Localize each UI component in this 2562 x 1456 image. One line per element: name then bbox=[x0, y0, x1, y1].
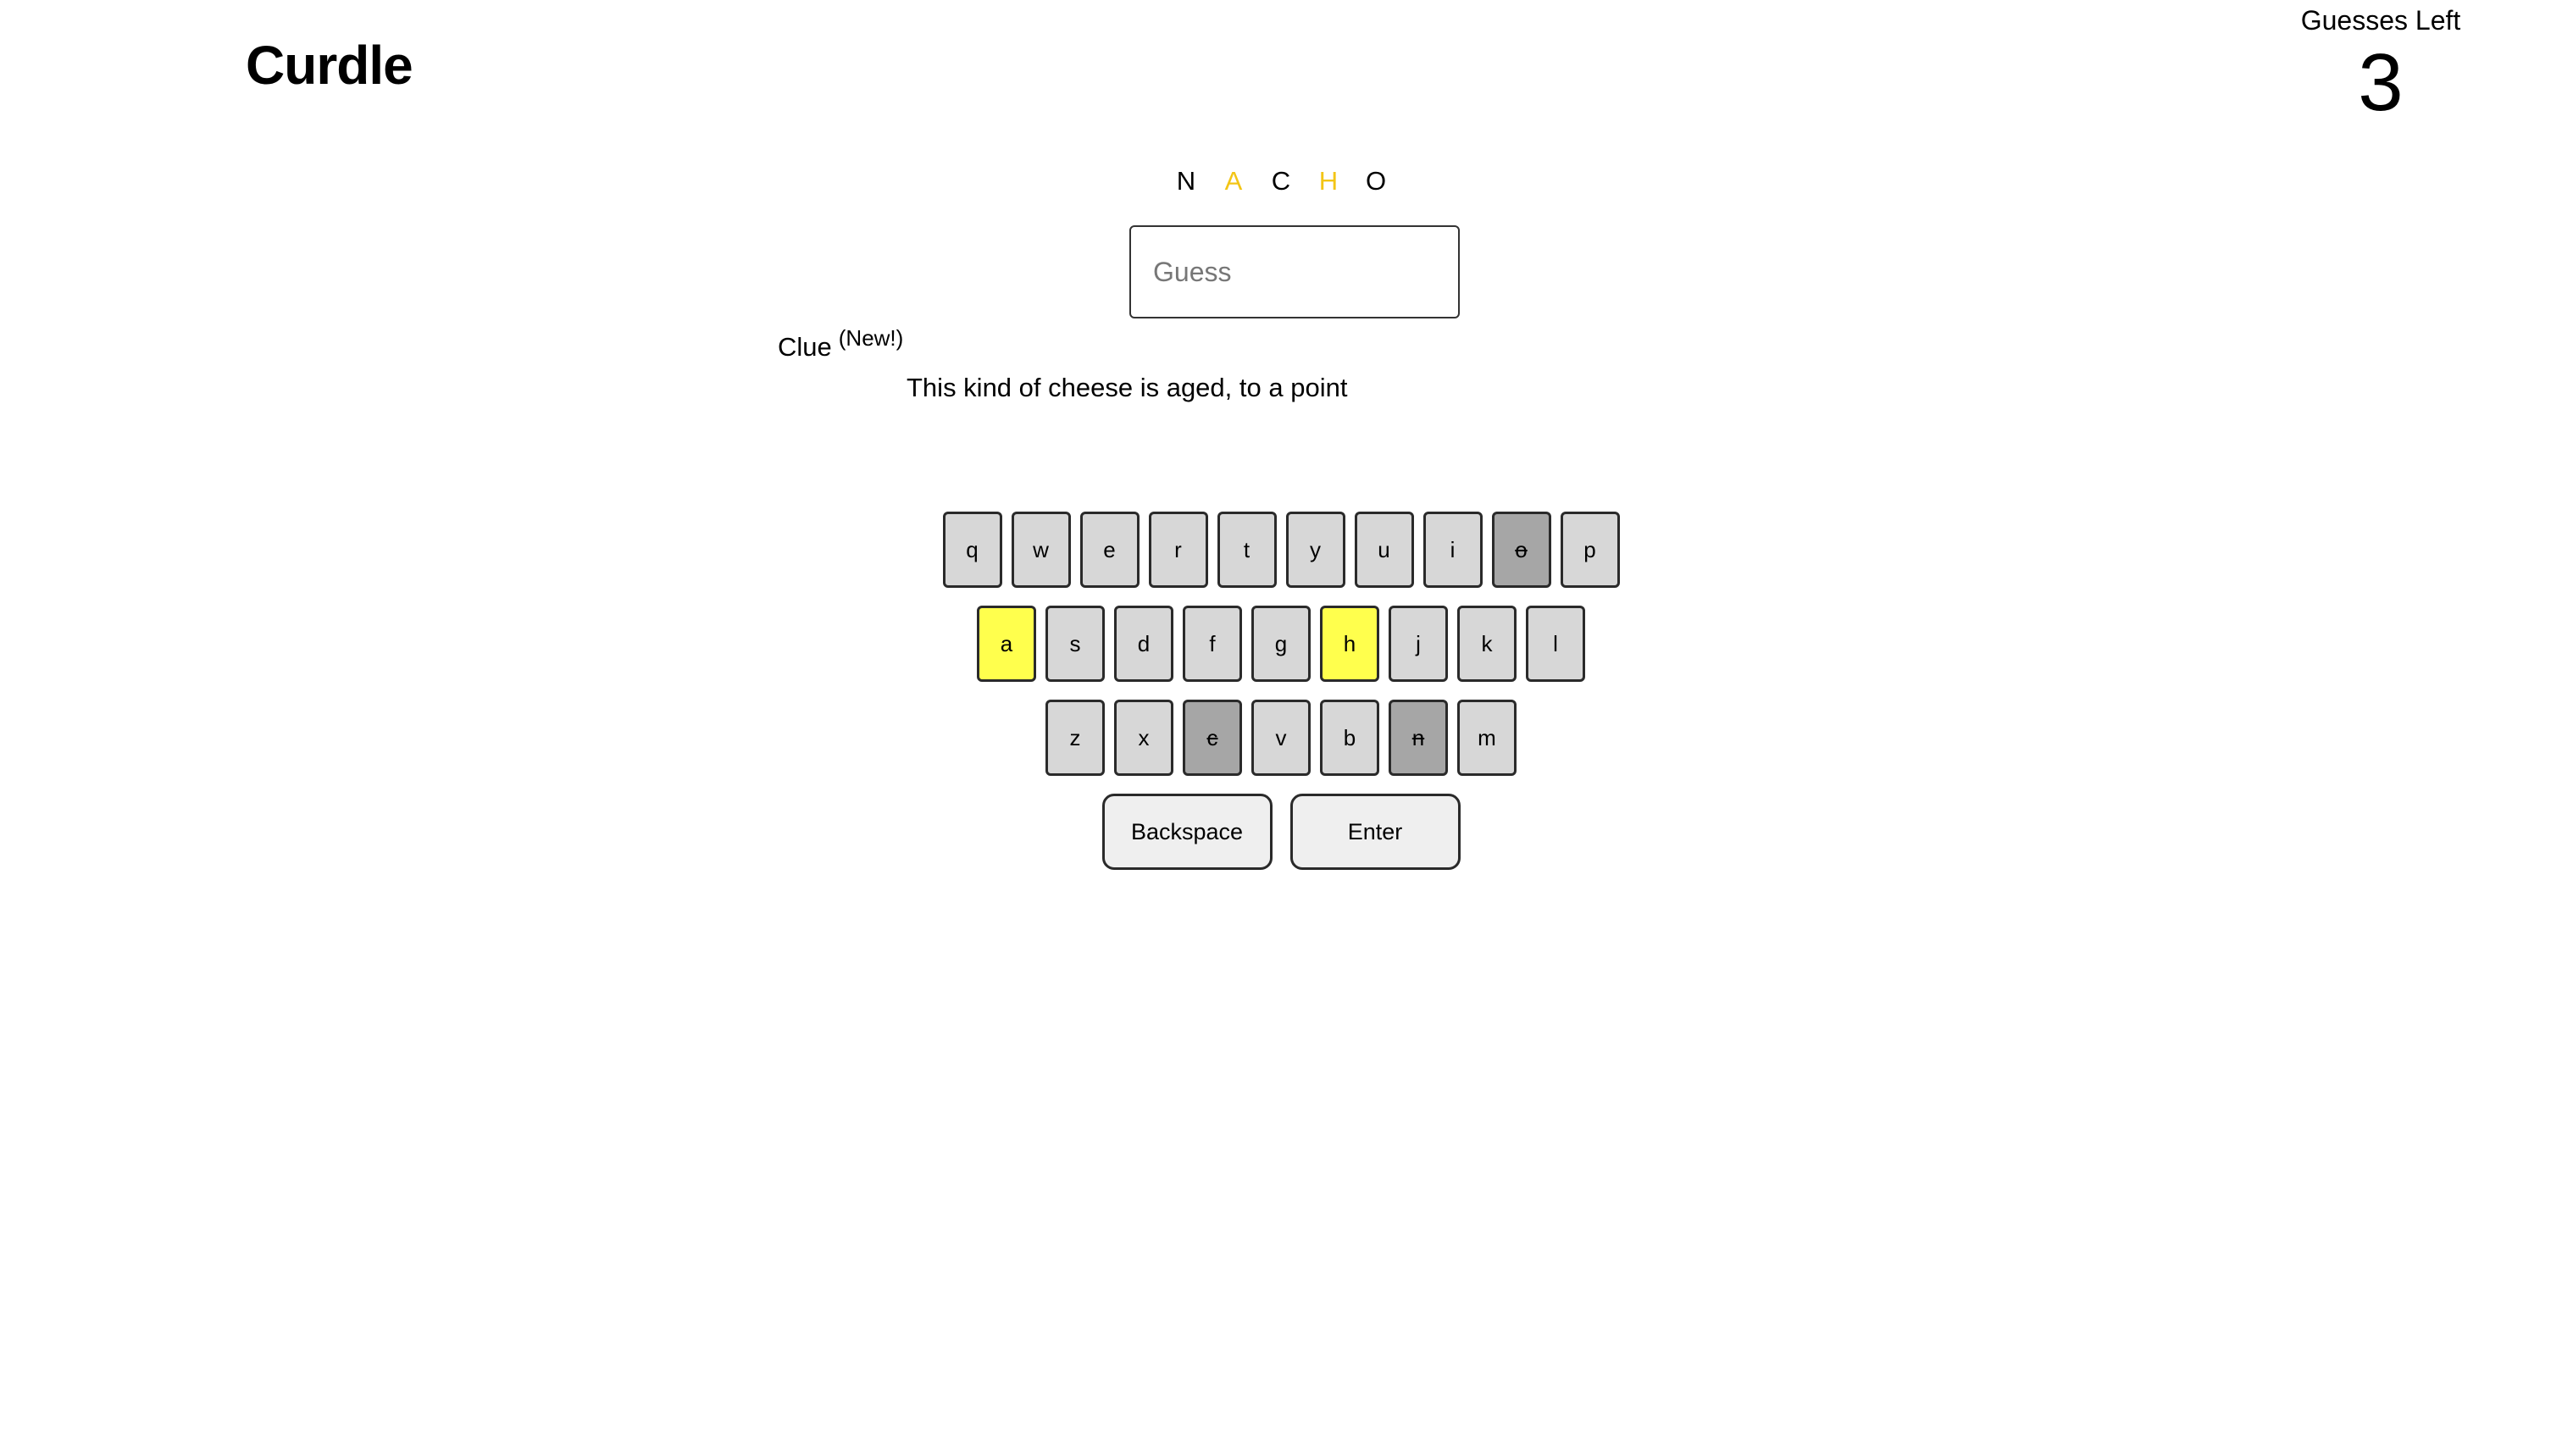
guesses-left-count: 3 bbox=[2358, 37, 2404, 128]
key-o[interactable]: o bbox=[1491, 512, 1551, 588]
previous-guess: NACHO bbox=[0, 164, 2562, 198]
clue-text: This kind of cheese is aged, to a point bbox=[907, 373, 1348, 402]
key-i[interactable]: i bbox=[1422, 512, 1483, 588]
key-k[interactable]: k bbox=[1457, 606, 1517, 682]
keyboard-row-1: qwertyuiop bbox=[0, 512, 2562, 588]
key-d[interactable]: d bbox=[1114, 606, 1173, 682]
key-e[interactable]: e bbox=[1079, 512, 1140, 588]
key-m[interactable]: m bbox=[1457, 700, 1517, 776]
key-c[interactable]: c bbox=[1183, 700, 1242, 776]
key-f[interactable]: f bbox=[1183, 606, 1242, 682]
key-h[interactable]: h bbox=[1320, 606, 1379, 682]
previous-guess-letter: O bbox=[1365, 166, 1387, 196]
key-x[interactable]: x bbox=[1114, 700, 1173, 776]
guesses-left-label: Guesses Left bbox=[2300, 5, 2461, 36]
previous-guess-letter: N bbox=[1176, 166, 1196, 196]
enter-key[interactable]: Enter bbox=[1289, 794, 1461, 870]
clue-heading: Clue (New!) bbox=[778, 322, 903, 374]
key-v[interactable]: v bbox=[1251, 700, 1311, 776]
key-u[interactable]: u bbox=[1354, 512, 1414, 588]
key-w[interactable]: w bbox=[1011, 512, 1071, 588]
keyboard-action-row: Backspace Enter bbox=[0, 794, 2562, 870]
new-badge: (New!) bbox=[838, 325, 904, 351]
key-b[interactable]: b bbox=[1320, 700, 1379, 776]
key-t[interactable]: t bbox=[1217, 512, 1277, 588]
key-z[interactable]: z bbox=[1045, 700, 1105, 776]
guesses-left-panel: Guesses Left 3 bbox=[2288, 3, 2474, 125]
key-n[interactable]: n bbox=[1389, 700, 1448, 776]
key-a[interactable]: a bbox=[977, 606, 1036, 682]
guess-input[interactable] bbox=[1129, 225, 1460, 318]
previous-guess-letter: A bbox=[1224, 166, 1243, 196]
keyboard-row-3: zxcvbnm bbox=[0, 700, 2562, 776]
key-q[interactable]: q bbox=[942, 512, 1002, 588]
clue-heading-label: Clue bbox=[778, 332, 832, 362]
key-l[interactable]: l bbox=[1526, 606, 1585, 682]
key-s[interactable]: s bbox=[1045, 606, 1105, 682]
previous-guess-letter: H bbox=[1318, 166, 1339, 196]
key-j[interactable]: j bbox=[1389, 606, 1448, 682]
key-p[interactable]: p bbox=[1560, 512, 1620, 588]
key-y[interactable]: y bbox=[1285, 512, 1345, 588]
backspace-key[interactable]: Backspace bbox=[1101, 794, 1273, 870]
key-r[interactable]: r bbox=[1148, 512, 1208, 588]
keyboard-row-2: asdfghjkl bbox=[0, 606, 2562, 682]
on-screen-keyboard: qwertyuiop asdfghjkl zxcvbnm Backspace E… bbox=[0, 512, 2562, 888]
previous-guess-letter: C bbox=[1271, 166, 1291, 196]
key-g[interactable]: g bbox=[1251, 606, 1311, 682]
game-title: Curdle bbox=[246, 35, 413, 96]
